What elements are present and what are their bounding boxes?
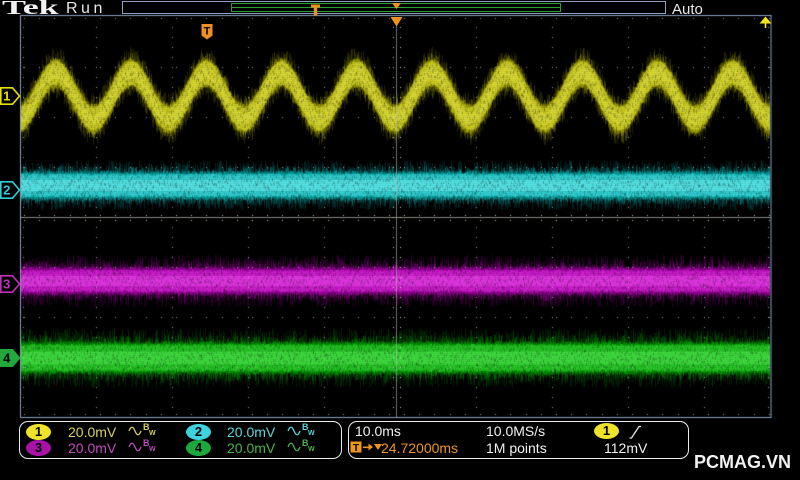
svg-text:3: 3 bbox=[3, 277, 10, 292]
svg-text:4: 4 bbox=[3, 351, 11, 366]
svg-text:1: 1 bbox=[3, 89, 10, 104]
svg-text:2: 2 bbox=[3, 183, 10, 198]
svg-text:T: T bbox=[204, 26, 211, 38]
